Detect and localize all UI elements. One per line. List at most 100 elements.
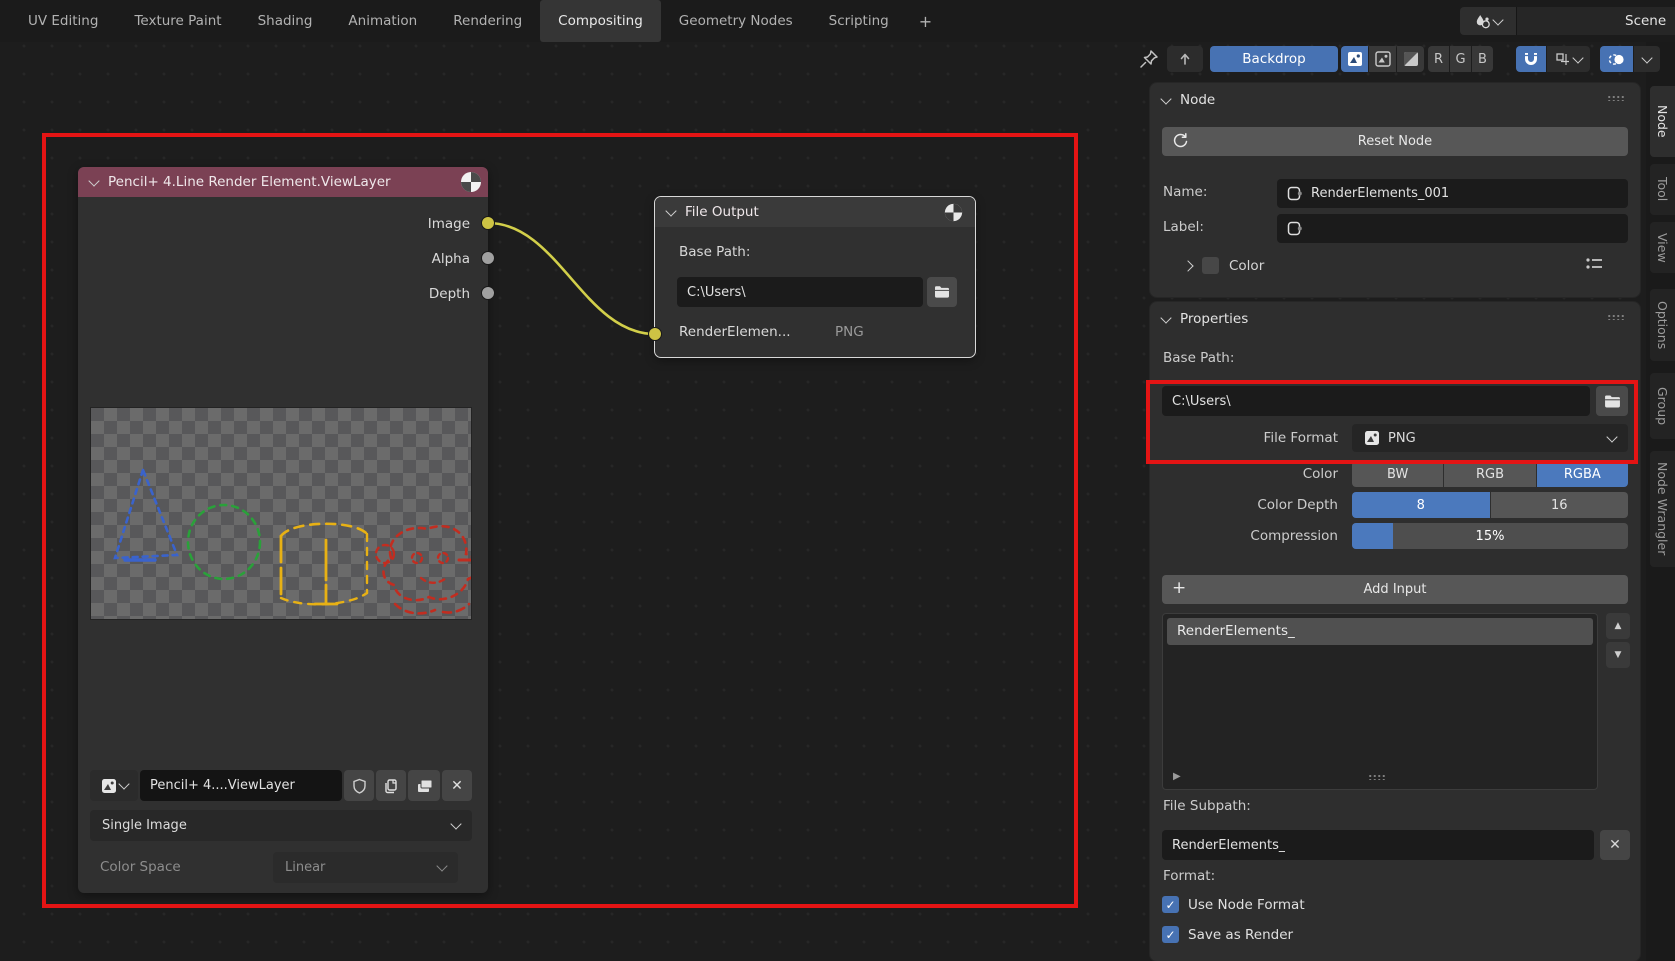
socket-input-image[interactable]: [648, 327, 662, 341]
render-layers-node-header[interactable]: Pencil+ 4.Line Render Element.ViewLayer: [78, 167, 488, 197]
file-output-node-header[interactable]: File Output: [655, 197, 975, 227]
tab-scripting[interactable]: Scripting: [811, 0, 907, 42]
browse-folder-button[interactable]: [1596, 386, 1628, 416]
tab-compositing[interactable]: Compositing: [540, 0, 661, 42]
use-node-format-checkbox[interactable]: ✓: [1162, 896, 1179, 913]
remove-input-button[interactable]: ✕: [1600, 830, 1630, 860]
base-path-field[interactable]: C:\Users\: [1162, 386, 1590, 416]
backdrop-toggle-button[interactable]: Backdrop: [1210, 46, 1338, 72]
channel-g-button[interactable]: G: [1450, 46, 1471, 72]
triangle-down-icon: ▼: [1615, 650, 1622, 660]
chevron-down-icon: [1492, 14, 1503, 25]
sidebar-tab-node[interactable]: Node: [1649, 85, 1675, 158]
color-mode-rgba[interactable]: RGBA: [1537, 461, 1628, 487]
list-expand-icon[interactable]: ▶: [1173, 771, 1181, 782]
node-name-field[interactable]: RenderElements_001: [1277, 179, 1628, 208]
tab-rendering[interactable]: Rendering: [435, 0, 540, 42]
add-workspace-button[interactable]: +: [907, 0, 944, 42]
file-slot-name: RenderElemen...: [679, 324, 791, 340]
color-checkbox[interactable]: [1202, 257, 1219, 274]
scene-selector[interactable]: Scene: [1460, 7, 1675, 35]
image-browse-button[interactable]: [90, 770, 138, 801]
label-label: Label:: [1163, 219, 1204, 235]
save-as-render-checkbox[interactable]: ✓: [1162, 926, 1179, 943]
color-depth-16[interactable]: 16: [1491, 492, 1629, 518]
properties-panel-header[interactable]: Properties: [1162, 311, 1248, 327]
overlap-toggle-button[interactable]: [1600, 46, 1633, 72]
file-slot-format: PNG: [835, 324, 864, 340]
backdrop-channel-color-alpha-button[interactable]: [1341, 46, 1368, 72]
file-subpath-field[interactable]: RenderElements_: [1162, 830, 1594, 860]
channel-r-button[interactable]: R: [1428, 46, 1449, 72]
check-icon: ✓: [1165, 898, 1175, 912]
parent-node-tree-button[interactable]: [1167, 46, 1203, 72]
socket-output-image[interactable]: [481, 216, 495, 230]
use-node-format-row[interactable]: ✓ Use Node Format: [1162, 896, 1305, 913]
tab-texture-paint[interactable]: Texture Paint: [116, 0, 239, 42]
reset-node-button[interactable]: Reset Node: [1162, 127, 1628, 156]
image-source-dropdown[interactable]: Single Image: [90, 810, 472, 841]
base-path-label: Base Path:: [679, 244, 750, 260]
unlink-button[interactable]: ✕: [442, 770, 472, 801]
backdrop-channel-color-button[interactable]: [1369, 46, 1396, 72]
magnet-icon: [1523, 51, 1539, 67]
file-output-node[interactable]: File Output Base Path: C:\Users\ RenderE…: [655, 197, 975, 357]
collapse-chevron-icon[interactable]: [88, 175, 99, 186]
tab-uv-editing[interactable]: UV Editing: [10, 0, 116, 42]
image-icon: [101, 778, 117, 794]
file-slots-list[interactable]: RenderElements_ ▶: [1162, 613, 1598, 790]
chevron-down-icon: [1606, 431, 1617, 442]
chevron-down-icon: [436, 860, 447, 871]
folder-icon: [1604, 394, 1621, 409]
open-folder-button[interactable]: [927, 277, 957, 307]
node-label-field[interactable]: [1277, 214, 1628, 243]
color-subpanel-row[interactable]: Color: [1184, 257, 1264, 274]
sidebar-tab-options[interactable]: Options: [1649, 288, 1675, 362]
list-move-up-button[interactable]: ▲: [1606, 613, 1630, 639]
panel-grip-icon[interactable]: [1607, 95, 1624, 101]
panel-grip-icon[interactable]: [1607, 314, 1624, 320]
tab-geometry-nodes[interactable]: Geometry Nodes: [661, 0, 811, 42]
file-format-dropdown[interactable]: PNG: [1352, 424, 1628, 452]
add-input-button[interactable]: + Add Input: [1162, 575, 1628, 604]
compression-slider[interactable]: 15%: [1352, 523, 1628, 549]
chevron-down-icon: [1160, 312, 1171, 323]
socket-output-depth[interactable]: [481, 286, 495, 300]
pack-button[interactable]: [408, 770, 440, 801]
overlap-options-dropdown[interactable]: [1634, 46, 1660, 72]
color-mode-rgb[interactable]: RGB: [1444, 461, 1535, 487]
scene-browse-button[interactable]: [1460, 7, 1516, 35]
save-as-render-row[interactable]: ✓ Save as Render: [1162, 926, 1293, 943]
copy-button[interactable]: [376, 770, 406, 801]
snap-settings-dropdown[interactable]: [1547, 46, 1590, 72]
render-layers-node[interactable]: Pencil+ 4.Line Render Element.ViewLayer …: [78, 167, 488, 893]
shield-button[interactable]: [344, 770, 374, 801]
image-name-field[interactable]: Pencil+ 4....ViewLayer: [140, 770, 342, 801]
color-depth-8[interactable]: 8: [1352, 492, 1490, 518]
color-presets-list-icon[interactable]: [1585, 255, 1604, 272]
snap-toggle-button[interactable]: [1516, 46, 1546, 72]
color-mode-bw[interactable]: BW: [1352, 461, 1443, 487]
channel-b-button[interactable]: B: [1472, 46, 1493, 72]
backdrop-channel-alpha-button[interactable]: [1397, 46, 1424, 72]
list-move-down-button[interactable]: ▼: [1606, 642, 1630, 668]
base-path-field[interactable]: C:\Users\: [677, 277, 923, 307]
tab-animation[interactable]: Animation: [330, 0, 435, 42]
chevron-down-icon: [118, 778, 129, 789]
tab-shading[interactable]: Shading: [240, 0, 331, 42]
sidebar-tab-view[interactable]: View: [1649, 221, 1675, 274]
scene-name[interactable]: Scene: [1516, 7, 1675, 35]
socket-output-alpha[interactable]: [481, 251, 495, 265]
list-resize-grip-icon[interactable]: [1368, 774, 1385, 780]
image-datablock-row: Pencil+ 4....ViewLayer ✕: [90, 770, 472, 801]
file-slot-list-item[interactable]: RenderElements_: [1167, 618, 1593, 645]
sidebar-tab-group[interactable]: Group: [1649, 372, 1675, 440]
image-file-icon: [1364, 430, 1380, 446]
chevron-down-icon: [1641, 52, 1652, 63]
color-space-dropdown[interactable]: Linear: [273, 852, 458, 883]
node-panel-header[interactable]: Node: [1162, 92, 1215, 108]
sidebar-tab-node-wrangler[interactable]: Node Wrangler: [1649, 450, 1675, 568]
pin-icon[interactable]: [1138, 48, 1162, 72]
collapse-chevron-icon[interactable]: [665, 205, 676, 216]
sidebar-tab-tool[interactable]: Tool: [1649, 163, 1675, 216]
